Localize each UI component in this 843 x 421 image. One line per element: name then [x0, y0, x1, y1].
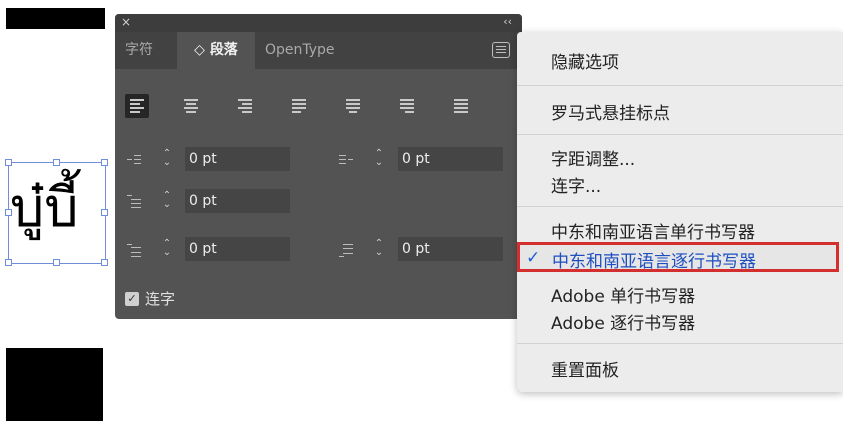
align-center-icon[interactable] [179, 94, 203, 118]
menu-item-me-single-line-composer[interactable]: 中东和南亚语言单行书写器 [551, 218, 755, 243]
right-indent-field[interactable]: 0 pt [398, 147, 503, 171]
space-after-stepper-icon[interactable]: ⌃ ⌄ [373, 239, 385, 259]
menu-item-reset-panel[interactable]: 重置面板 [551, 356, 619, 381]
space-before-stepper-icon[interactable]: ⌃ ⌄ [161, 239, 173, 259]
menu-item-me-every-line-composer[interactable]: 中东和南亚语言逐行书写器 [552, 247, 756, 272]
panel-context-menu: 隐藏选项 罗马式悬挂标点 字距调整... 连字... 中东和南亚语言单行书写器 … [517, 32, 843, 392]
panel-title-bar: × ‹‹ [115, 14, 522, 32]
menu-item-adobe-single-line-composer[interactable]: Adobe 单行书写器 [551, 282, 695, 307]
checkmark-icon: ✓ [526, 248, 541, 268]
right-indent-icon [339, 153, 353, 167]
left-indent-stepper-icon[interactable]: ⌃ ⌄ [161, 149, 173, 169]
menu-item-roman-hanging-punctuation[interactable]: 罗马式悬挂标点 [551, 99, 670, 124]
justify-all-icon[interactable] [449, 94, 473, 118]
selection-handle[interactable] [53, 159, 60, 166]
selection-handle[interactable] [53, 259, 60, 266]
menu-item-hide-options[interactable]: 隐藏选项 [551, 48, 619, 73]
redaction-box-bottom [6, 348, 103, 421]
space-before-field[interactable]: 0 pt [185, 237, 290, 261]
menu-item-adobe-every-line-composer[interactable]: Adobe 逐行书写器 [551, 309, 695, 334]
justify-left-icon[interactable] [287, 94, 311, 118]
justify-right-icon[interactable] [395, 94, 419, 118]
align-left-icon[interactable] [125, 94, 149, 118]
selection-handle[interactable] [101, 159, 108, 166]
first-line-indent-field[interactable]: 0 pt [185, 189, 290, 213]
tab-opentype[interactable]: OpenType [261, 32, 365, 69]
left-indent-field[interactable]: 0 pt [185, 147, 290, 171]
menu-separator [517, 206, 843, 207]
menu-item-kerning[interactable]: 字距调整... [551, 145, 635, 170]
panel-tabs: 字符 ◇ 段落 OpenType [115, 32, 522, 69]
paragraph-panel: × ‹‹ 字符 ◇ 段落 OpenType ⌃ ⌄ 0 pt ⌃ ⌄ 0 pt … [115, 14, 522, 319]
selection-handle[interactable] [5, 259, 12, 266]
panel-menu-icon[interactable] [492, 42, 510, 58]
redaction-box-top [6, 8, 105, 29]
space-after-icon [339, 243, 353, 257]
hyphenate-checkbox[interactable]: ✓ [125, 292, 139, 306]
menu-item-me-every-line-composer-highlight[interactable]: ✓ 中东和南亚语言逐行书写器 [517, 242, 839, 272]
thai-text: บู๋บี้ [10, 176, 79, 239]
close-icon[interactable]: × [121, 15, 131, 29]
space-before-icon [127, 243, 141, 257]
tab-paragraph[interactable]: ◇ 段落 [177, 32, 255, 69]
space-after-field[interactable]: 0 pt [398, 237, 503, 261]
left-indent-icon [127, 153, 141, 167]
align-right-icon[interactable] [233, 94, 257, 118]
menu-separator [517, 85, 843, 86]
menu-item-hyphenation[interactable]: 连字... [551, 172, 601, 197]
right-indent-stepper-icon[interactable]: ⌃ ⌄ [373, 149, 385, 169]
selection-handle[interactable] [5, 159, 12, 166]
alignment-buttons [125, 94, 515, 124]
tab-character[interactable]: 字符 [121, 32, 181, 69]
menu-separator [517, 343, 843, 344]
selection-handle[interactable] [101, 259, 108, 266]
justify-center-icon[interactable] [341, 94, 365, 118]
first-line-indent-stepper-icon[interactable]: ⌃ ⌄ [161, 191, 173, 211]
first-line-indent-icon [127, 194, 141, 208]
collapse-icon[interactable]: ‹‹ [503, 15, 512, 28]
selection-handle[interactable] [101, 209, 108, 216]
menu-separator [517, 134, 843, 135]
hyphenate-label: 连字 [145, 290, 176, 308]
selected-text-frame[interactable]: บู๋บี้ [5, 158, 108, 266]
